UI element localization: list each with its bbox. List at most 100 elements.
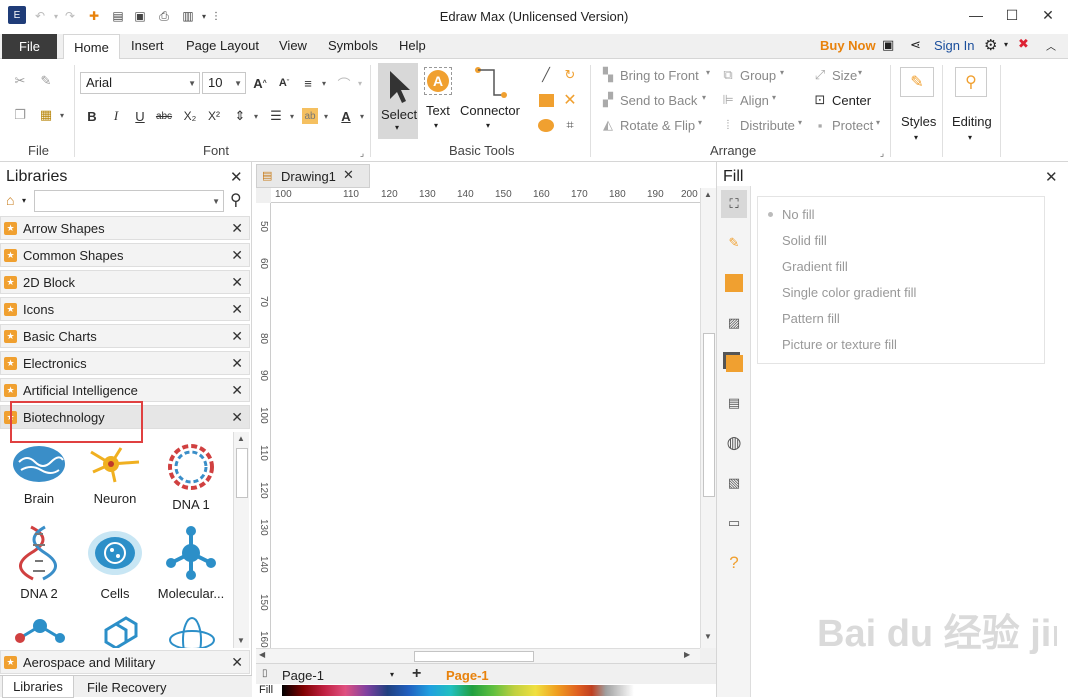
close-icon[interactable]: ✕: [231, 220, 243, 237]
tab-file-recovery[interactable]: File Recovery: [87, 680, 166, 695]
connector-tool-label[interactable]: Connector: [460, 103, 520, 118]
fill-option-gradient-fill[interactable]: Gradient fill: [782, 259, 848, 274]
editing-dropdown-icon[interactable]: ▾: [968, 133, 972, 142]
group-button[interactable]: Group: [740, 68, 776, 83]
tab-help[interactable]: Help: [399, 38, 426, 53]
page-list-icon[interactable]: ▯: [262, 668, 268, 679]
rotate-flip-dropdown-icon[interactable]: ▾: [698, 118, 702, 127]
close-document-icon[interactable]: ✕: [343, 167, 354, 183]
canvas-vertical-scrollbar[interactable]: ▲ ▼: [700, 188, 716, 648]
shadow-icon[interactable]: [723, 272, 745, 294]
scroll-right-icon[interactable]: ▶: [684, 650, 690, 659]
center-button[interactable]: Center: [832, 93, 871, 108]
canvas-horizontal-scrollbar[interactable]: ◀ ▶: [256, 648, 700, 663]
group-dropdown-icon[interactable]: ▾: [780, 68, 784, 77]
font-name-select[interactable]: Arial ▼: [80, 72, 200, 94]
help-icon[interactable]: ?: [723, 552, 745, 574]
line-pen-icon[interactable]: ✎: [723, 232, 745, 254]
layers-icon[interactable]: [723, 352, 745, 374]
superscript-icon[interactable]: X²: [206, 108, 222, 124]
protect-button[interactable]: Protect: [832, 118, 873, 133]
group-icon[interactable]: ⧉: [720, 67, 736, 83]
sign-in-link[interactable]: Sign In: [934, 38, 974, 53]
home-dropdown-icon[interactable]: ▾: [22, 196, 26, 205]
tab-page-layout[interactable]: Page Layout: [186, 38, 259, 53]
size-dropdown-icon[interactable]: ▾: [858, 68, 862, 77]
fill-bucket-icon[interactable]: ⛶: [721, 190, 747, 218]
decrease-font-icon[interactable]: Aˇ: [276, 75, 292, 91]
library-item-arrow-shapes[interactable]: ★ Arrow Shapes ✕: [0, 216, 250, 240]
scroll-thumb[interactable]: [414, 651, 534, 662]
font-size-select[interactable]: 10 ▼: [202, 72, 246, 94]
tab-libraries[interactable]: Libraries: [2, 676, 74, 698]
rotate-flip-icon[interactable]: ◭: [600, 117, 616, 133]
size-button[interactable]: Size: [832, 68, 857, 83]
center-icon[interactable]: ⊡: [812, 92, 828, 108]
tab-view[interactable]: View: [279, 38, 307, 53]
text-curve-dropdown-icon[interactable]: ▾: [352, 75, 368, 91]
maximize-button[interactable]: ☐: [994, 4, 1030, 26]
protect-dropdown-icon[interactable]: ▾: [876, 118, 880, 127]
library-item-icons[interactable]: ★ Icons ✕: [0, 297, 250, 321]
rectangle-tool-icon[interactable]: [538, 92, 554, 108]
close-icon[interactable]: ✕: [231, 301, 243, 318]
strikethrough-icon[interactable]: abc: [156, 108, 172, 124]
bullet-list-dropdown-icon[interactable]: ▾: [284, 108, 300, 124]
close-button[interactable]: ✕: [1030, 4, 1066, 26]
send-to-back-button[interactable]: Send to Back: [620, 93, 697, 108]
library-item-artificial-intelligence[interactable]: ★ Artificial Intelligence ✕: [0, 378, 250, 402]
fill-option-single-color-gradient[interactable]: Single color gradient fill: [782, 285, 916, 300]
search-icon[interactable]: ⚲: [230, 190, 242, 210]
fill-option-picture-texture[interactable]: Picture or texture fill: [782, 337, 897, 352]
close-icon[interactable]: ✕: [231, 274, 243, 291]
scroll-thumb[interactable]: [236, 448, 248, 498]
scroll-up-icon[interactable]: ▲: [237, 434, 245, 443]
arrange-dialog-launcher-icon[interactable]: ⌟: [874, 145, 890, 161]
distribute-dropdown-icon[interactable]: ▾: [798, 118, 802, 127]
ellipse-tool-icon[interactable]: [538, 117, 554, 133]
line-spacing-icon[interactable]: ⇕: [232, 108, 248, 124]
send-to-back-dropdown-icon[interactable]: ▾: [702, 93, 706, 102]
text-tool-button[interactable]: A: [424, 67, 452, 95]
tab-symbols[interactable]: Symbols: [328, 38, 378, 53]
fill-option-solid-fill[interactable]: Solid fill: [782, 233, 827, 248]
lock-icon[interactable]: ▪: [812, 117, 828, 133]
connector-dropdown-icon[interactable]: ▾: [486, 121, 490, 130]
buy-now-link[interactable]: Buy Now: [820, 38, 876, 53]
close-libraries-icon[interactable]: ✕: [230, 168, 243, 186]
library-search-input[interactable]: ▼: [34, 190, 224, 212]
align-button[interactable]: Align: [740, 93, 769, 108]
shape-brain[interactable]: Brain: [3, 442, 75, 506]
bring-to-front-dropdown-icon[interactable]: ▾: [706, 68, 710, 77]
shape-dna-1[interactable]: DNA 1: [155, 442, 227, 512]
font-color-icon[interactable]: A: [338, 108, 354, 124]
settings-dropdown-icon[interactable]: ▾: [1004, 40, 1008, 49]
font-color-dropdown-icon[interactable]: ▾: [354, 108, 370, 124]
paste-dropdown-icon[interactable]: ▾: [54, 107, 70, 123]
library-item-common-shapes[interactable]: ★ Common Shapes ✕: [0, 243, 250, 267]
color-swatches[interactable]: [282, 685, 634, 696]
tab-insert[interactable]: Insert: [131, 38, 164, 53]
align-icon[interactable]: ⊫: [720, 92, 736, 108]
drawing-page[interactable]: [271, 203, 700, 648]
size-icon[interactable]: ⤢: [812, 67, 828, 83]
italic-icon[interactable]: I: [108, 108, 124, 124]
close-fill-panel-icon[interactable]: ✕: [1045, 168, 1058, 186]
scroll-thumb[interactable]: [703, 333, 715, 497]
cut-icon[interactable]: ✂: [12, 73, 28, 89]
styles-dropdown-icon[interactable]: ▾: [914, 133, 918, 142]
subscript-icon[interactable]: X₂: [182, 108, 198, 124]
page-properties-icon[interactable]: ▤: [723, 392, 745, 414]
shape-molecular[interactable]: Molecular...: [155, 525, 227, 601]
home-icon[interactable]: ⌂: [6, 192, 14, 208]
library-item-electronics[interactable]: ★ Electronics ✕: [0, 351, 250, 375]
globe-icon[interactable]: ◍: [723, 432, 745, 454]
addon-icon[interactable]: ✖: [1018, 36, 1029, 52]
bullet-list-icon[interactable]: ☰: [268, 108, 284, 124]
shape-neuron[interactable]: Neuron: [79, 442, 151, 506]
copy-icon[interactable]: ❐: [12, 107, 28, 123]
settings-gear-icon[interactable]: ⚙: [984, 36, 997, 54]
cross-tool-icon[interactable]: ✕: [562, 92, 578, 109]
scroll-left-icon[interactable]: ◀: [259, 650, 265, 659]
library-item-basic-charts[interactable]: ★ Basic Charts ✕: [0, 324, 250, 348]
